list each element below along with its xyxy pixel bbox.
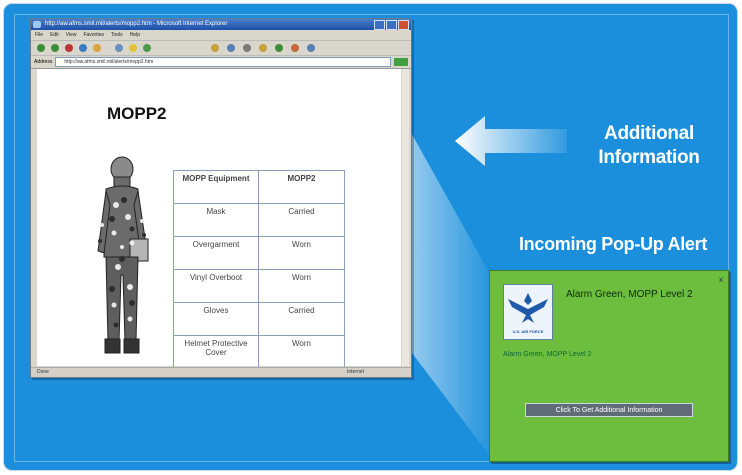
column-header-equipment: MOPP Equipment [173, 170, 259, 204]
table-row: Helmet Protective Cover Worn [173, 335, 345, 369]
slide-background: http://aw.afms.smil.mil/alerts/mopp2.htm… [4, 4, 737, 470]
browser-window[interactable]: http://aw.afms.smil.mil/alerts/mopp2.htm… [30, 18, 412, 378]
status-cell: Worn [258, 269, 345, 303]
menu-edit[interactable]: Edit [50, 30, 59, 40]
minimize-button[interactable] [374, 20, 385, 30]
table-row: Gloves Carried [173, 302, 345, 336]
soldier-illustration [97, 156, 149, 354]
incoming-popup-label: Incoming Pop-Up Alert [518, 234, 708, 254]
mail-icon[interactable] [211, 44, 219, 52]
page-heading: MOPP2 [107, 104, 167, 123]
menu-view[interactable]: View [66, 30, 77, 40]
status-zone: Internet [347, 369, 364, 375]
edit-icon[interactable] [243, 44, 251, 52]
back-icon[interactable] [37, 44, 45, 52]
popup-body: Alarm Green, MOPP Level 2 [503, 351, 592, 358]
print-icon[interactable] [227, 44, 235, 52]
equipment-cell: Gloves [173, 302, 259, 336]
home-icon[interactable] [93, 44, 101, 52]
equipment-cell: Mask [173, 203, 259, 237]
search-icon[interactable] [115, 44, 123, 52]
equipment-cell: Helmet Protective Cover [173, 335, 259, 369]
menu-bar: File Edit View Favorites Tools Help [31, 30, 411, 41]
table-row: Vinyl Overboot Worn [173, 269, 345, 303]
get-additional-information-button[interactable]: Click To Get Additional Information [525, 403, 693, 417]
svg-text:U.S. AIR FORCE: U.S. AIR FORCE [513, 329, 544, 334]
address-input[interactable]: http://aw.afms.smil.mil/alerts/mopp2.htm [55, 57, 391, 67]
status-cell: Carried [258, 203, 345, 237]
equipment-cell: Vinyl Overboot [173, 269, 259, 303]
discuss-icon[interactable] [259, 44, 267, 52]
popup-alert[interactable]: x U.S. AIR FORCE Alarm Green, MOPP Level… [489, 270, 729, 462]
air-force-wings-icon: U.S. AIR FORCE [508, 293, 548, 334]
equipment-cell: Overgarment [173, 236, 259, 270]
links-icon[interactable] [307, 44, 315, 52]
status-cell: Carried [258, 302, 345, 336]
menu-favorites[interactable]: Favorites [83, 30, 104, 40]
status-bar: Done Internet [31, 367, 411, 377]
research-icon[interactable] [291, 44, 299, 52]
mopp-equipment-table: MOPP Equipment MOPP2 Mask Carried Overga… [173, 170, 345, 369]
web-page-content: MOPP2 MOPP Equipment MOPP2 Mask Carried … [37, 69, 401, 369]
refresh-icon[interactable] [79, 44, 87, 52]
air-force-logo: U.S. AIR FORCE [503, 284, 553, 340]
popup-title: Alarm Green, MOPP Level 2 [566, 289, 693, 300]
forward-icon[interactable] [51, 44, 59, 52]
browser-title: http://aw.afms.smil.mil/alerts/mopp2.htm… [45, 21, 228, 27]
browser-toolbar [31, 41, 411, 56]
favorites-icon[interactable] [129, 44, 137, 52]
status-cell: Worn [258, 236, 345, 270]
additional-line-1: Additional [604, 123, 694, 144]
menu-help[interactable]: Help [130, 30, 140, 40]
menu-tools[interactable]: Tools [111, 30, 123, 40]
column-header-mopp2: MOPP2 [258, 170, 345, 204]
menu-file[interactable]: File [35, 30, 43, 40]
additional-information-label: Additional Information [569, 122, 729, 170]
ie-icon [33, 21, 41, 28]
close-icon[interactable]: x [719, 275, 723, 284]
left-arrow-icon [455, 116, 567, 166]
close-button[interactable] [398, 20, 409, 30]
stop-icon[interactable] [65, 44, 73, 52]
table-row: Mask Carried [173, 203, 345, 237]
status-text: Done [37, 369, 49, 375]
table-header-row: MOPP Equipment MOPP2 [173, 170, 345, 204]
browser-titlebar[interactable]: http://aw.afms.smil.mil/alerts/mopp2.htm… [31, 19, 411, 30]
address-label: Address [34, 59, 53, 65]
vertical-scrollbar[interactable] [402, 69, 409, 366]
messenger-icon[interactable] [275, 44, 283, 52]
address-bar: Address http://aw.afms.smil.mil/alerts/m… [31, 56, 411, 69]
go-button[interactable] [394, 58, 408, 66]
history-icon[interactable] [143, 44, 151, 52]
status-cell: Worn [258, 335, 345, 369]
maximize-button[interactable] [386, 20, 397, 30]
additional-line-2: Information [598, 147, 700, 168]
table-row: Overgarment Worn [173, 236, 345, 270]
